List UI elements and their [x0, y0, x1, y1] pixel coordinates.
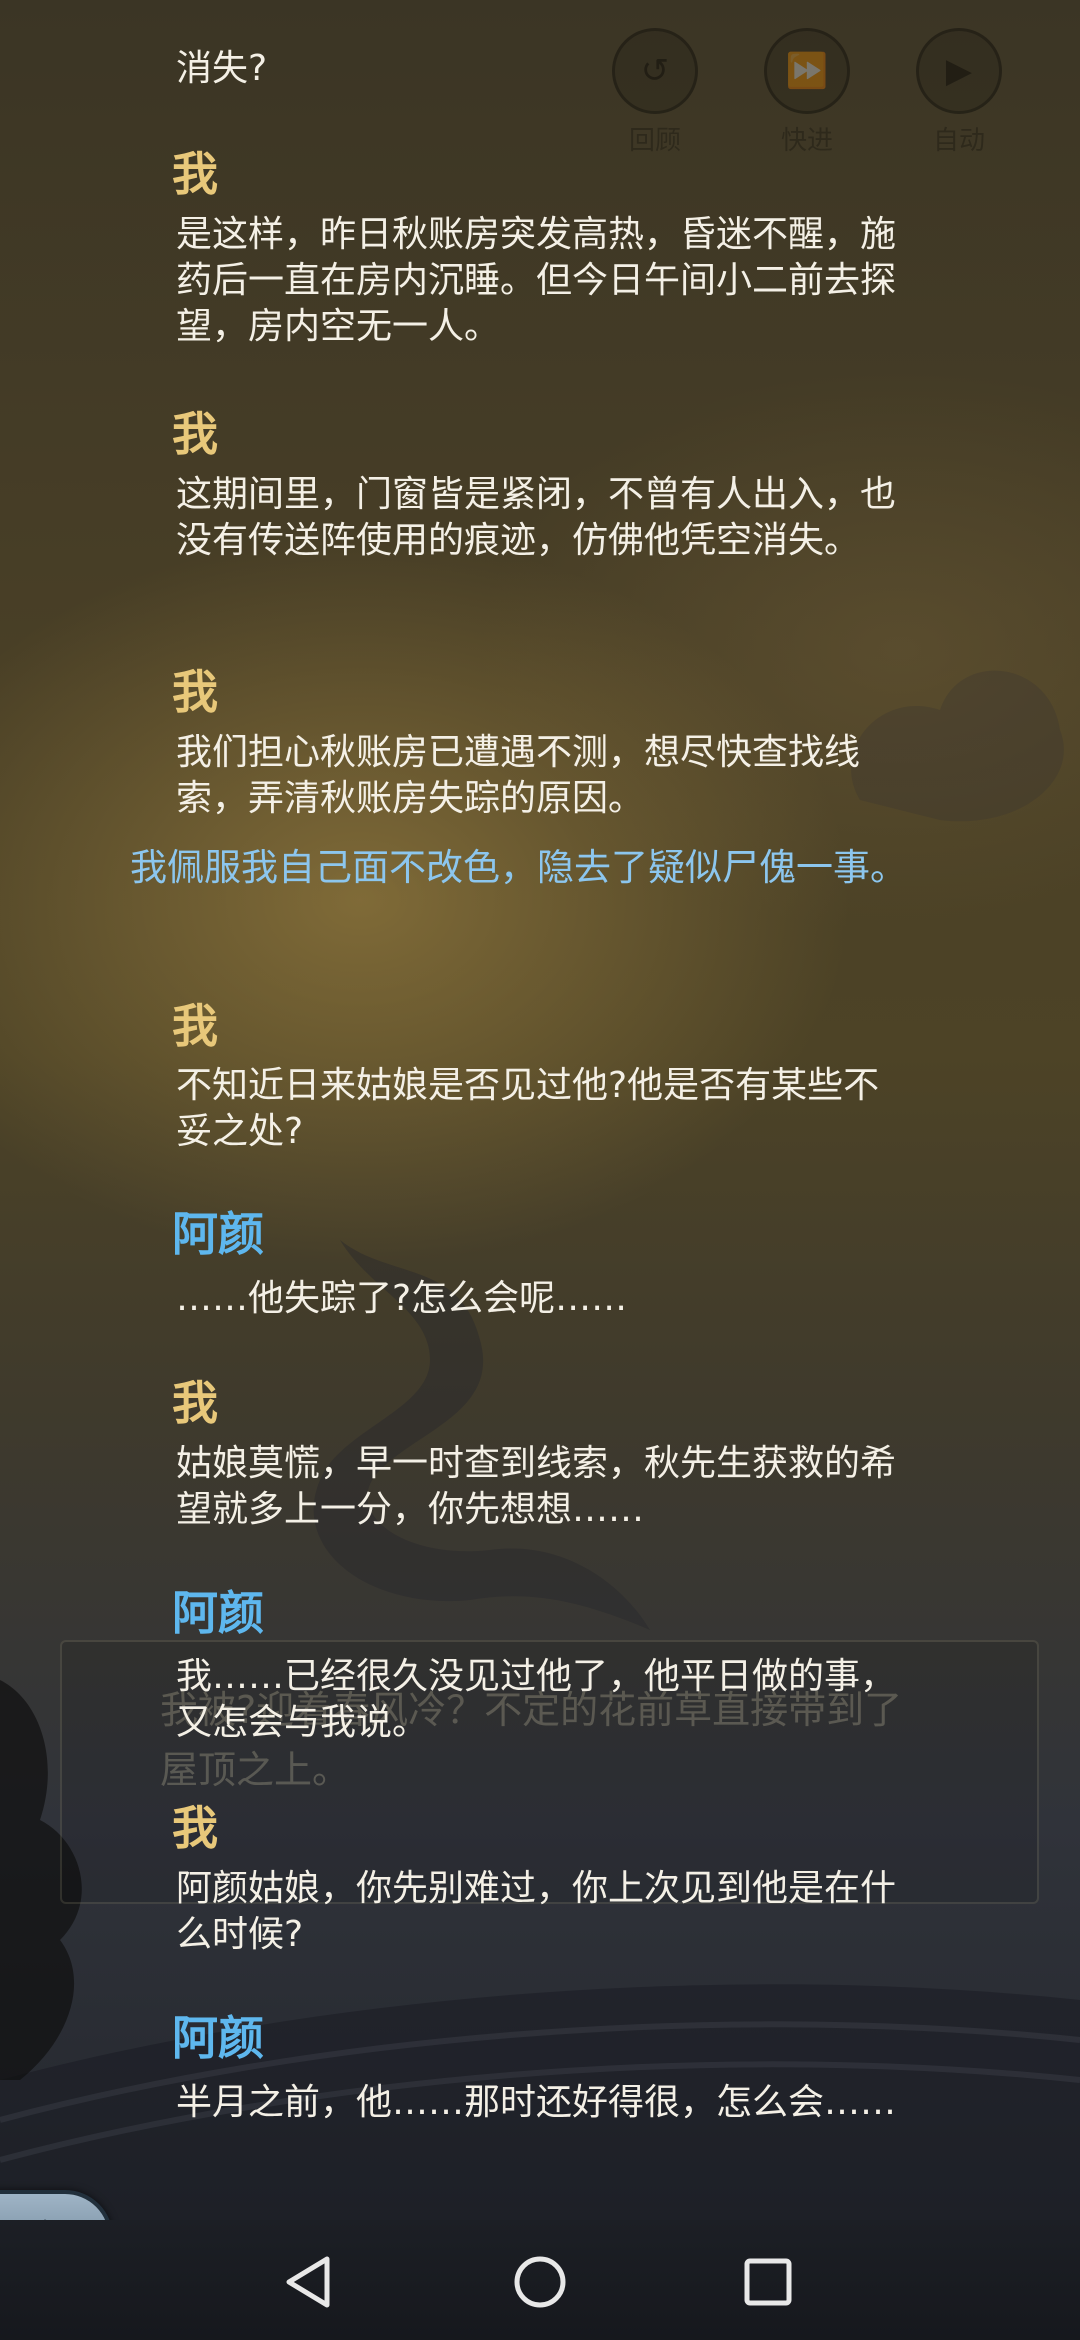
- speaker-name: 我: [172, 1801, 218, 1855]
- circle-home-icon: [514, 2256, 566, 2308]
- dialog-line: 不知近日来姑娘是否见过他?他是否有某些不妥之处?: [176, 1065, 880, 1152]
- dialog-line: 姑娘莫慌，早一时查到线索，秋先生获救的希望就多上一分，你先想想……: [176, 1443, 897, 1530]
- speaker-name: 我: [172, 147, 218, 201]
- dialog-line: 半月之前，他……那时还好得很，怎么会……: [176, 2082, 897, 2123]
- dialog-line: 我……已经很久没见过他了，他平日做的事，又怎会与我说。: [176, 1656, 897, 1743]
- nav-back-button[interactable]: [268, 2242, 348, 2322]
- speaker-name: 阿颜: [172, 1586, 264, 1640]
- speaker-name: 我: [172, 407, 218, 461]
- narration-line: 我佩服我自己面不改色，隐去了疑似尸傀一事。: [130, 846, 907, 889]
- system-navigation-bar: [0, 2220, 1080, 2340]
- speaker-name: 我: [172, 1376, 218, 1430]
- dialog-line: 消失?: [176, 48, 268, 89]
- speaker-name: 我: [172, 665, 218, 719]
- nav-home-button[interactable]: [500, 2242, 580, 2322]
- triangle-back-icon: [286, 2256, 330, 2308]
- speaker-name: 阿颜: [172, 1207, 264, 1261]
- dialog-log[interactable]: 消失? 我 是这样，昨日秋账房突发高热，昏迷不醒，施药后一直在房内沉睡。但今日午…: [0, 0, 1080, 2220]
- dialog-line: 我们担心秋账房已遭遇不测，想尽快查找线索，弄清秋账房失踪的原因。: [176, 732, 861, 819]
- square-recents-icon: [744, 2258, 792, 2306]
- nav-recents-button[interactable]: [728, 2242, 808, 2322]
- speaker-name: 阿颜: [172, 2011, 264, 2065]
- dialog-line: 这期间里，门窗皆是紧闭，不曾有人出入，也没有传送阵使用的痕迹，仿佛他凭空消失。: [176, 474, 897, 561]
- dialog-line: 是这样，昨日秋账房突发高热，昏迷不醒，施药后一直在房内沉睡。但今日午间小二前去探…: [176, 214, 897, 347]
- speaker-name: 我: [172, 999, 218, 1053]
- dialog-line: 阿颜姑娘，你先别难过，你上次见到他是在什么时候?: [176, 1868, 897, 1955]
- dialog-line: ……他失踪了?怎么会呢……: [176, 1278, 628, 1319]
